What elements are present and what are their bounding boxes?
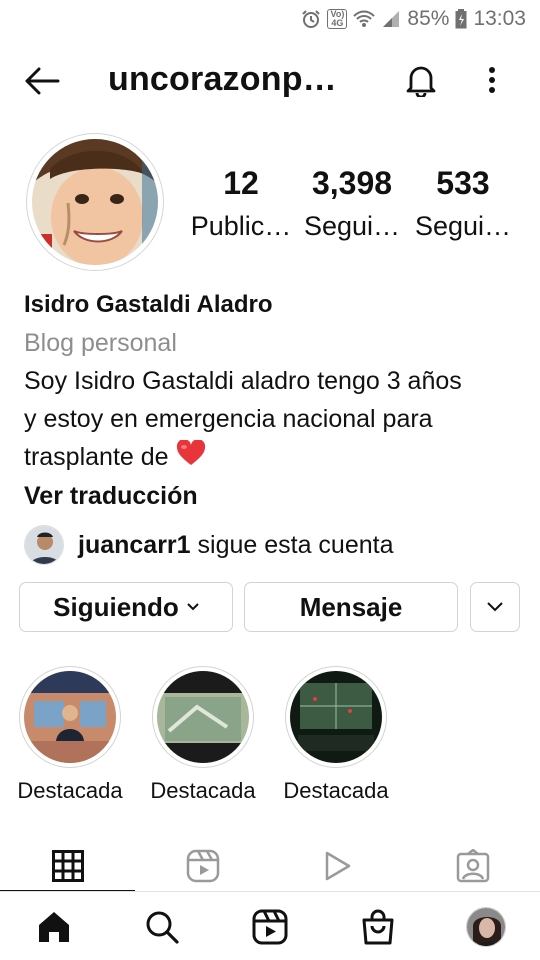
stat-following[interactable]: 533 Segui…: [408, 165, 518, 242]
grid-icon: [51, 850, 84, 882]
suggested-accounts-button[interactable]: [470, 582, 520, 632]
followers-count: 3,398: [311, 165, 393, 201]
profile-bio: Isidro Gastaldi Aladro Blog personal Soy…: [24, 286, 524, 515]
story-highlight[interactable]: Destacada: [276, 666, 396, 804]
highlight-label: Destacada: [283, 778, 389, 803]
tab-posts-grid[interactable]: [0, 842, 135, 891]
bottom-navigation: [0, 893, 540, 960]
story-highlight[interactable]: Destacada: [143, 666, 263, 804]
nav-shop[interactable]: [356, 905, 400, 949]
signal-icon: [381, 9, 401, 29]
battery-icon: [455, 9, 467, 29]
status-bar: Vo) 4G 85% 13:03: [0, 0, 540, 38]
volte-icon: Vo) 4G: [327, 9, 348, 29]
highlight-cover: [290, 671, 382, 763]
highlight-label: Destacada: [150, 778, 256, 803]
nav-profile[interactable]: [464, 905, 508, 949]
back-arrow-icon: [25, 67, 60, 95]
bio-line-3: trasplante de: [24, 443, 176, 471]
more-options-button[interactable]: [478, 60, 506, 100]
posts-label: Public…: [190, 211, 292, 241]
profile-username-title: uncorazonp…: [108, 60, 337, 98]
profile-content-tabs: [0, 842, 540, 892]
stat-followers[interactable]: 3,398 Segui…: [296, 165, 408, 242]
stat-posts[interactable]: 12 Public…: [186, 165, 296, 242]
nav-reels[interactable]: [248, 905, 292, 949]
message-button[interactable]: Mensaje: [244, 582, 458, 632]
profile-header: uncorazonp…: [0, 50, 540, 112]
following-label: Segui…: [414, 211, 512, 241]
profile-photo: [32, 139, 158, 265]
nav-search[interactable]: [140, 905, 184, 949]
followers-label: Segui…: [303, 211, 401, 241]
follower-avatar: [24, 525, 64, 565]
shop-icon: [362, 909, 394, 945]
wifi-icon: [353, 9, 376, 29]
tagged-icon: [456, 849, 489, 883]
heart-emoji-icon: [176, 439, 206, 477]
notifications-button[interactable]: [402, 60, 440, 100]
home-icon: [39, 912, 69, 942]
profile-category: Blog personal: [24, 329, 177, 357]
profile-full-name: Isidro Gastaldi Aladro: [24, 291, 273, 318]
tab-igtv[interactable]: [270, 842, 405, 890]
chevron-down-icon: [187, 603, 199, 611]
profile-avatar[interactable]: [26, 133, 164, 271]
reels-icon: [186, 849, 219, 883]
bio-line-2: y estoy en emergencia nacional para: [24, 405, 433, 433]
bell-icon: [406, 66, 436, 97]
volte-bottom-text: 4G: [331, 18, 344, 28]
bio-line-1: Soy Isidro Gastaldi aladro tengo 3 años: [24, 367, 462, 395]
posts-count: 12: [223, 165, 259, 201]
search-icon: [146, 911, 179, 944]
bio-line-3-wrap: trasplante de: [24, 438, 524, 477]
battery-percent: 85%: [407, 7, 450, 30]
igtv-play-icon: [325, 851, 350, 881]
story-highlight[interactable]: Destacada: [10, 666, 130, 804]
follower-username: juancarr1: [78, 530, 191, 559]
following-count: 533: [436, 165, 490, 201]
message-button-label: Mensaje: [299, 591, 403, 622]
see-translation-link[interactable]: Ver traducción: [24, 477, 524, 515]
followed-by-row[interactable]: juancarr1 sigue esta cuenta: [24, 524, 394, 566]
profile-avatar: [466, 907, 506, 947]
nav-home[interactable]: [32, 905, 76, 949]
following-button-label: Siguiendo: [53, 591, 179, 622]
follows-this-account-text: sigue esta cuenta: [197, 530, 394, 559]
tab-reels[interactable]: [135, 842, 270, 890]
highlight-cover: [24, 671, 116, 763]
more-vertical-icon: [489, 67, 495, 93]
clock-time: 13:03: [473, 7, 526, 30]
highlight-cover: [157, 671, 249, 763]
highlight-label: Destacada: [17, 778, 123, 803]
alarm-icon: [301, 9, 321, 29]
back-button[interactable]: [22, 64, 62, 98]
tab-tagged[interactable]: [405, 842, 540, 890]
highlight-ring: [152, 666, 254, 768]
reels-icon: [252, 909, 288, 945]
highlight-ring: [285, 666, 387, 768]
highlight-ring: [19, 666, 121, 768]
following-button[interactable]: Siguiendo: [19, 582, 233, 632]
chevron-down-icon: [487, 602, 503, 612]
